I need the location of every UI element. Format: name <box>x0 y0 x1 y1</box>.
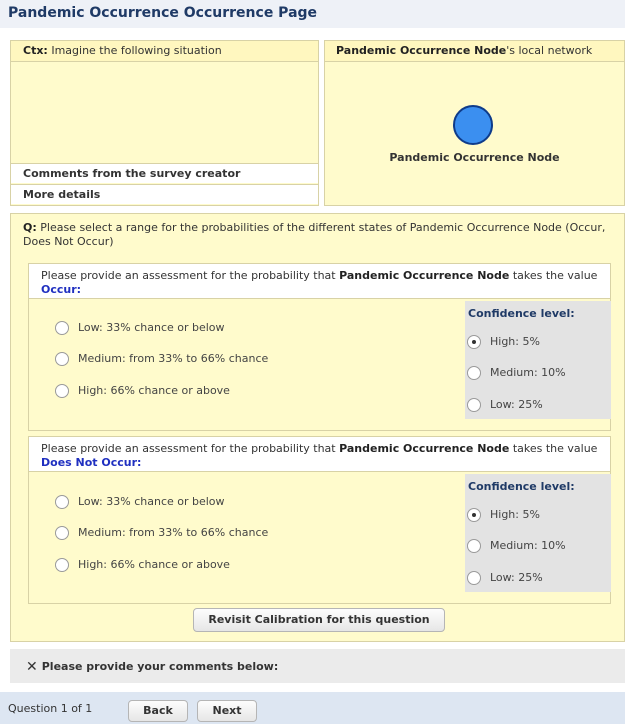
option-label: High: 66% chance or above <box>78 384 230 397</box>
assessment-state: Does Not Occur <box>41 456 138 469</box>
revisit-calibration-button[interactable]: Revisit Calibration for this question <box>193 608 445 632</box>
local-network-panel: Pandemic Occurrence Node's local network… <box>324 40 625 206</box>
probability-option-low[interactable]: Low: 33% chance or below <box>55 494 225 512</box>
probability-option-medium[interactable]: Medium: from 33% to 66% chance <box>55 525 268 543</box>
comments-bar[interactable]: ✕ Please provide your comments below: <box>10 649 625 683</box>
assessment-mid: takes the value <box>512 269 598 282</box>
assessment-does-not-occur: Please provide an assessment for the pro… <box>28 436 611 604</box>
local-network-header: Pandemic Occurrence Node's local network <box>325 41 624 62</box>
option-label: Medium: from 33% to 66% chance <box>78 352 269 365</box>
confidence-title: Confidence level: <box>468 307 575 320</box>
comments-header[interactable]: ✕ Please provide your comments below: <box>26 659 278 675</box>
page-header: Pandemic Occurrence Occurrence Page <box>0 0 625 28</box>
assessment-suffix: : <box>76 283 82 296</box>
probability-option-medium[interactable]: Medium: from 33% to 66% chance <box>55 351 268 369</box>
option-label: Medium: from 33% to 66% chance <box>78 526 269 539</box>
radio-button[interactable] <box>55 352 69 366</box>
confidence-level-box: Confidence level: High: 5% Medium: 10% L… <box>465 474 611 592</box>
radio-button[interactable] <box>467 539 481 553</box>
question-counter: Question 1 of 1 <box>8 702 93 715</box>
footer-nav: Question 1 of 1 Back Next <box>0 692 625 724</box>
radio-button[interactable] <box>55 384 69 398</box>
assessment-node: Pandemic Occurrence Node <box>339 269 510 282</box>
confidence-label: High: 5% <box>490 508 540 521</box>
option-label: Low: 33% chance or below <box>78 495 225 508</box>
confidence-option-medium[interactable]: Medium: 10% <box>467 365 566 383</box>
confidence-label: Medium: 10% <box>490 539 566 552</box>
confidence-option-high[interactable]: High: 5% <box>467 507 540 525</box>
network-node-name: Pandemic Occurrence Node <box>336 44 507 57</box>
radio-button-checked[interactable] <box>467 335 481 349</box>
confidence-level-box: Confidence level: High: 5% Medium: 10% L… <box>465 301 611 419</box>
assessment-mid: takes the value <box>512 442 598 455</box>
confidence-label: Low: 25% <box>490 398 543 411</box>
assessment-node: Pandemic Occurrence Node <box>339 442 510 455</box>
next-button[interactable]: Next <box>197 700 257 722</box>
probability-option-low[interactable]: Low: 33% chance or below <box>55 320 225 338</box>
probability-option-high[interactable]: High: 66% chance or above <box>55 557 230 575</box>
radio-button[interactable] <box>467 366 481 380</box>
comments-label: Please provide your comments below: <box>41 660 279 673</box>
confidence-label: Low: 25% <box>490 571 543 584</box>
option-label: Low: 33% chance or below <box>78 321 225 334</box>
assessment-header: Please provide an assessment for the pro… <box>29 264 610 299</box>
confidence-option-medium[interactable]: Medium: 10% <box>467 538 566 556</box>
confidence-title: Confidence level: <box>468 480 575 493</box>
context-header: Ctx: Imagine the following situation <box>11 41 318 62</box>
network-node-circle[interactable] <box>453 105 493 145</box>
radio-button[interactable] <box>467 571 481 585</box>
context-label: Ctx: <box>23 44 48 57</box>
network-node-label: Pandemic Occurrence Node <box>389 151 560 164</box>
probability-option-high[interactable]: High: 66% chance or above <box>55 383 230 401</box>
comments-from-creator-toggle[interactable]: Comments from the survey creator <box>11 163 318 183</box>
assessment-header: Please provide an assessment for the pro… <box>29 437 610 472</box>
close-icon: ✕ <box>26 659 38 675</box>
question-label: Q: <box>23 221 37 234</box>
assessment-state: Occur <box>41 283 77 296</box>
question-panel: Q: Please select a range for the probabi… <box>10 213 625 642</box>
confidence-option-high[interactable]: High: 5% <box>467 334 540 352</box>
question-text: Please select a range for the probabilit… <box>23 221 606 248</box>
network-header-suffix: 's local network <box>506 44 593 57</box>
assessment-prefix: Please provide an assessment for the pro… <box>41 442 336 455</box>
context-panel: Ctx: Imagine the following situation Com… <box>10 40 319 206</box>
assessment-prefix: Please provide an assessment for the pro… <box>41 269 336 282</box>
assessment-suffix: : <box>137 456 142 469</box>
confidence-label: High: 5% <box>490 335 540 348</box>
confidence-option-low[interactable]: Low: 25% <box>467 570 543 588</box>
confidence-option-low[interactable]: Low: 25% <box>467 397 543 415</box>
radio-button[interactable] <box>467 398 481 412</box>
question-text-block: Q: Please select a range for the probabi… <box>23 221 618 249</box>
assessment-occur: Please provide an assessment for the pro… <box>28 263 611 431</box>
back-button[interactable]: Back <box>128 700 188 722</box>
radio-button[interactable] <box>55 321 69 335</box>
page-title: Pandemic Occurrence Occurrence Page <box>8 5 318 21</box>
radio-button[interactable] <box>55 495 69 509</box>
confidence-label: Medium: 10% <box>490 366 566 379</box>
more-details-toggle[interactable]: More details <box>11 184 318 204</box>
radio-button[interactable] <box>55 526 69 540</box>
option-label: High: 66% chance or above <box>78 558 230 571</box>
context-text: Imagine the following situation <box>51 44 222 57</box>
radio-button[interactable] <box>55 558 69 572</box>
radio-button-checked[interactable] <box>467 508 481 522</box>
